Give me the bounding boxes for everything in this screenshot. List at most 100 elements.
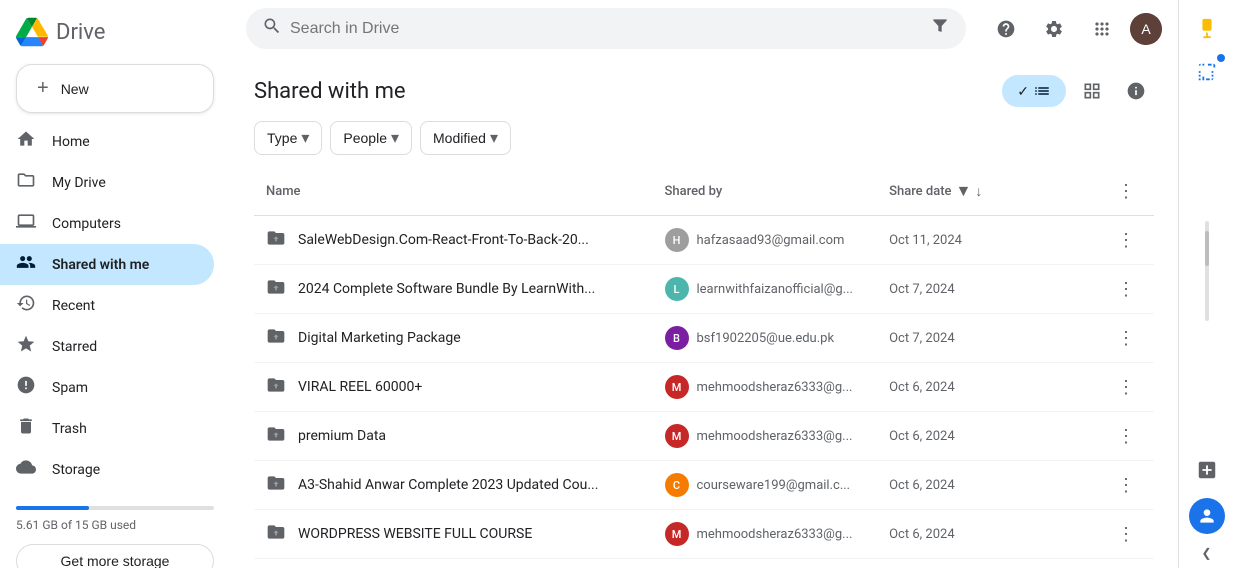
row-more-button[interactable]: ⋮ bbox=[1110, 224, 1142, 256]
row-more-button[interactable]: ⋮ bbox=[1110, 371, 1142, 403]
sender-email: learnwithfaizanofficial@g... bbox=[697, 282, 853, 297]
sender-avatar: L bbox=[665, 277, 689, 301]
page-title: Shared with me bbox=[254, 79, 406, 104]
sidebar-item-home[interactable]: Home bbox=[0, 121, 214, 162]
filter-type[interactable]: Type ▾ bbox=[254, 121, 322, 155]
chevron-down-icon: ▾ bbox=[391, 128, 399, 148]
sidebar-item-computers-label: Computers bbox=[52, 216, 121, 232]
content-area: Shared with me ✓ Type ▾ People bbox=[230, 57, 1178, 568]
file-name-cell: VIRAL REEL 60000+ bbox=[254, 363, 653, 412]
page-header: Shared with me ✓ bbox=[254, 57, 1154, 121]
shared-by-cell: M mehmoodsheraz6333@g... bbox=[653, 412, 878, 461]
file-name: WORDPRESS WEBSITE FULL COURSE bbox=[298, 526, 532, 542]
expand-panel-icon[interactable]: ❮ bbox=[1201, 546, 1211, 560]
table-row[interactable]: A3-Shahid Anwar Complete 2023 Updated Co… bbox=[254, 461, 1154, 510]
actions-cell: ⋮ bbox=[1098, 510, 1154, 559]
column-more-button[interactable]: ⋮ bbox=[1110, 175, 1142, 207]
row-more-button[interactable]: ⋮ bbox=[1110, 273, 1142, 305]
add-panel-button[interactable] bbox=[1187, 450, 1227, 490]
table-row[interactable]: 2024 Complete Software Bundle By LearnWi… bbox=[254, 265, 1154, 314]
tasks-button[interactable] bbox=[1187, 52, 1227, 92]
table-row[interactable]: premium Data M mehmoodsheraz6333@g... Oc… bbox=[254, 412, 1154, 461]
contacts-button[interactable] bbox=[1189, 498, 1225, 534]
file-name-cell: 2024 Complete Software Bundle By LearnWi… bbox=[254, 265, 653, 314]
sidebar-item-recent[interactable]: Recent bbox=[0, 285, 214, 326]
sender-avatar: H bbox=[665, 228, 689, 252]
info-button[interactable] bbox=[1118, 73, 1154, 109]
sender-avatar: M bbox=[665, 375, 689, 399]
sidebar-item-storage[interactable]: Storage bbox=[0, 449, 214, 490]
sidebar-item-spam[interactable]: Spam bbox=[0, 367, 214, 408]
share-date-cell: Oct 11, 2024 bbox=[877, 216, 1098, 265]
shared-by-cell: L learnwithfaizanofficial@g... bbox=[653, 559, 878, 568]
actions-cell: ⋮ bbox=[1098, 363, 1154, 412]
filter-people[interactable]: People ▾ bbox=[330, 121, 412, 155]
filter-modified-label: Modified bbox=[433, 130, 486, 146]
sidebar-item-my-drive[interactable]: My Drive bbox=[0, 162, 214, 203]
right-panel: ❮ bbox=[1178, 0, 1234, 568]
search-filter-icon[interactable] bbox=[930, 16, 950, 41]
chevron-down-icon: ▾ bbox=[490, 128, 498, 148]
table-row[interactable]: VIRAL REEL 60000+ M mehmoodsheraz6333@g.… bbox=[254, 363, 1154, 412]
share-date-cell: Oct 6, 2024 bbox=[877, 412, 1098, 461]
user-avatar[interactable]: A bbox=[1130, 13, 1162, 45]
storage-bar bbox=[16, 506, 214, 510]
sidebar-item-trash[interactable]: Trash bbox=[0, 408, 214, 449]
file-name: premium Data bbox=[298, 428, 386, 444]
folder-icon bbox=[266, 277, 286, 301]
table-row[interactable]: Digital Marketing Package B bsf1902205@u… bbox=[254, 314, 1154, 363]
search-input[interactable] bbox=[290, 20, 922, 38]
share-date-cell: Oct 6, 2024 bbox=[877, 461, 1098, 510]
row-more-button[interactable]: ⋮ bbox=[1110, 322, 1142, 354]
search-icon bbox=[262, 16, 282, 41]
storage-icon bbox=[16, 457, 36, 482]
starred-icon bbox=[16, 334, 36, 359]
shared-by-cell: B bsf1902205@ue.edu.pk bbox=[653, 314, 878, 363]
table-row[interactable]: Ahmad Waqas Local Drop Shipping L learnw… bbox=[254, 559, 1154, 568]
folder-icon bbox=[266, 522, 286, 546]
my-drive-icon bbox=[16, 170, 36, 195]
col-header-share-date[interactable]: Share date ▼ ↓ bbox=[877, 167, 1098, 216]
sender-email: mehmoodsheraz6333@g... bbox=[697, 429, 853, 444]
table-row[interactable]: SaleWebDesign.Com-React-Front-To-Back-20… bbox=[254, 216, 1154, 265]
sidebar-item-spam-label: Spam bbox=[52, 380, 88, 396]
file-name: A3-Shahid Anwar Complete 2023 Updated Co… bbox=[298, 477, 598, 493]
sidebar-item-computers[interactable]: Computers bbox=[0, 203, 214, 244]
share-date: Oct 6, 2024 bbox=[889, 478, 955, 493]
filter-modified[interactable]: Modified ▾ bbox=[420, 121, 511, 155]
shared-by-cell: M mehmoodsheraz6333@g... bbox=[653, 363, 878, 412]
col-header-shared-by: Shared by bbox=[653, 167, 878, 216]
sender-email: hafzasaad93@gmail.com bbox=[697, 233, 845, 248]
apps-button[interactable] bbox=[1082, 9, 1122, 49]
sidebar-item-starred[interactable]: Starred bbox=[0, 326, 214, 367]
sidebar-item-shared-with-me-label: Shared with me bbox=[52, 257, 149, 273]
share-date: Oct 6, 2024 bbox=[889, 429, 955, 444]
folder-icon bbox=[266, 228, 286, 252]
row-more-button[interactable]: ⋮ bbox=[1110, 469, 1142, 501]
spam-icon bbox=[16, 375, 36, 400]
sidebar-item-shared-with-me[interactable]: Shared with me bbox=[0, 244, 214, 285]
row-more-button[interactable]: ⋮ bbox=[1110, 518, 1142, 550]
help-button[interactable] bbox=[986, 9, 1026, 49]
actions-cell: ⋮ bbox=[1098, 314, 1154, 363]
sort-asc-icon: ↓ bbox=[975, 183, 982, 200]
file-name: VIRAL REEL 60000+ bbox=[298, 379, 422, 395]
settings-button[interactable] bbox=[1034, 9, 1074, 49]
new-button[interactable]: + New bbox=[16, 64, 214, 113]
keep-button[interactable] bbox=[1187, 8, 1227, 48]
row-more-button[interactable]: ⋮ bbox=[1110, 420, 1142, 452]
grid-view-button[interactable] bbox=[1074, 73, 1110, 109]
sidebar-item-storage-label: Storage bbox=[52, 462, 100, 478]
shared-by-cell: M mehmoodsheraz6333@g... bbox=[653, 510, 878, 559]
app-logo: Drive bbox=[0, 8, 230, 64]
main-area: A Shared with me ✓ Type bbox=[230, 0, 1178, 568]
sidebar: Drive + New Home My Drive Computers Shar… bbox=[0, 0, 230, 568]
topbar: A bbox=[230, 0, 1178, 57]
actions-cell: ⋮ bbox=[1098, 265, 1154, 314]
file-name-cell: A3-Shahid Anwar Complete 2023 Updated Co… bbox=[254, 461, 653, 510]
sidebar-item-trash-label: Trash bbox=[52, 421, 87, 437]
get-more-storage-button[interactable]: Get more storage bbox=[16, 544, 214, 568]
shared-by-cell: L learnwithfaizanofficial@g... bbox=[653, 265, 878, 314]
list-view-button[interactable]: ✓ bbox=[1002, 75, 1066, 107]
table-row[interactable]: WORDPRESS WEBSITE FULL COURSE M mehmoods… bbox=[254, 510, 1154, 559]
